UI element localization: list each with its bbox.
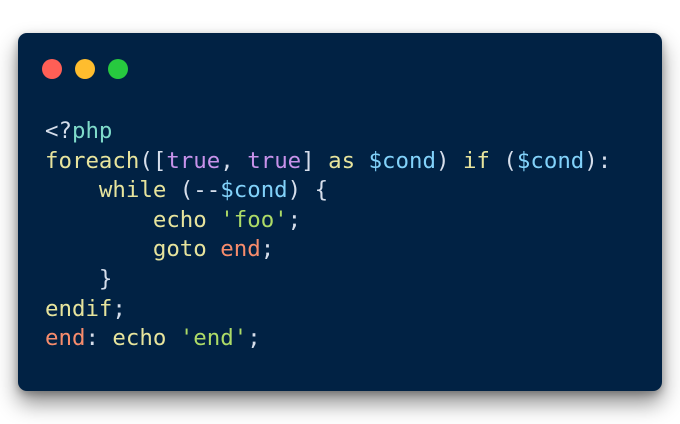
code-token: if xyxy=(462,147,490,174)
code-token: <? xyxy=(45,118,72,144)
code-token: endif xyxy=(45,295,113,322)
window-controls xyxy=(42,59,128,79)
code-token: ): xyxy=(584,147,612,174)
code-token: goto xyxy=(152,236,207,263)
close-button[interactable] xyxy=(42,59,62,79)
code-token: ; xyxy=(247,325,261,352)
code-token: while xyxy=(98,177,167,204)
code-line: while (--$cond) { xyxy=(45,176,611,206)
code-token: $cond xyxy=(516,147,585,174)
code-token: true xyxy=(247,147,302,174)
code-token: echo xyxy=(112,325,167,352)
code-token: end xyxy=(220,236,261,263)
code-token: $cond xyxy=(368,147,436,174)
code-token: : xyxy=(85,325,113,352)
code-token: ] xyxy=(301,147,329,174)
code-token: foreach xyxy=(45,147,140,174)
code-block: <?php foreach([true, true] as $cond) if (… xyxy=(45,117,611,354)
code-window: <?php foreach([true, true] as $cond) if (… xyxy=(18,33,662,391)
code-token: ( xyxy=(489,147,517,174)
code-token: 'end' xyxy=(179,325,248,352)
code-line: end: echo 'end'; xyxy=(45,324,611,354)
code-line: goto end; xyxy=(45,235,611,265)
code-token: as xyxy=(328,147,356,174)
maximize-button[interactable] xyxy=(108,59,128,79)
code-token: $cond xyxy=(220,177,288,204)
code-token: echo xyxy=(152,206,207,233)
minimize-button[interactable] xyxy=(75,59,95,79)
code-token: ([ xyxy=(139,147,167,174)
code-token: ; xyxy=(260,236,275,263)
code-token: ; xyxy=(112,295,126,322)
code-line: <?php xyxy=(45,117,611,147)
code-token: ) { xyxy=(287,177,329,204)
code-token: php xyxy=(71,118,113,144)
code-token: } xyxy=(98,265,113,292)
code-token: 'foo' xyxy=(220,206,288,233)
code-line: foreach([true, true] as $cond) if ($cond… xyxy=(45,147,611,177)
code-token: end xyxy=(45,325,86,352)
code-line: } xyxy=(45,265,611,295)
code-line: endif; xyxy=(45,295,611,325)
code-token: true xyxy=(166,147,221,174)
code-token: ; xyxy=(287,206,302,233)
code-token: ) xyxy=(435,147,463,174)
code-token: (-- xyxy=(166,177,221,204)
code-token: , xyxy=(220,147,248,174)
code-line: echo 'foo'; xyxy=(45,206,611,236)
